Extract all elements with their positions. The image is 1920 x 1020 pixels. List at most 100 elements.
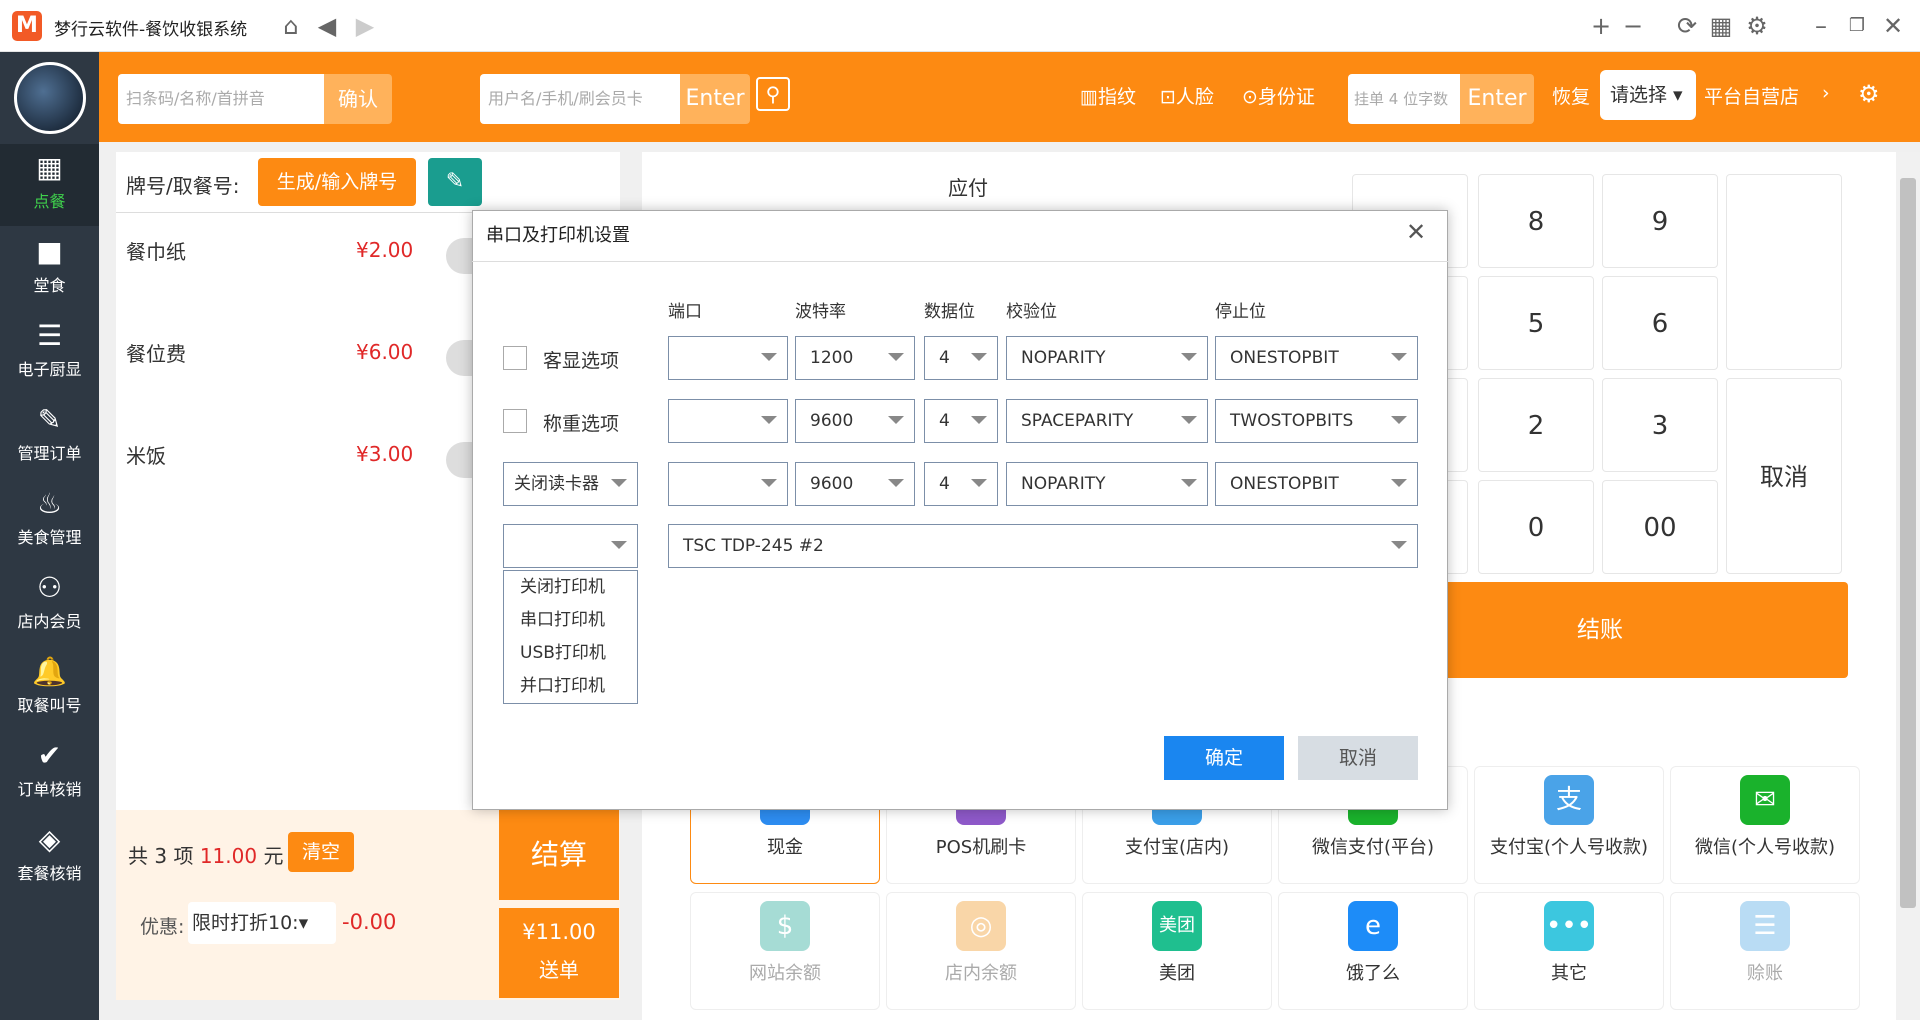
keypad-key[interactable]: 0 bbox=[1478, 480, 1594, 574]
option-checkbox[interactable] bbox=[503, 346, 527, 370]
plus-icon[interactable]: + bbox=[1586, 12, 1616, 40]
baud-select[interactable]: 9600 bbox=[795, 462, 915, 506]
payment-method-methods_row1-5[interactable]: ✉ 微信(个人号收款) bbox=[1670, 766, 1860, 884]
keypad-cancel-button[interactable]: 取消 bbox=[1726, 378, 1842, 574]
parity-value: NOPARITY bbox=[1021, 348, 1106, 368]
option-checkbox[interactable] bbox=[503, 409, 527, 433]
payment-method-methods_row2-5[interactable]: ☰ 赊账 bbox=[1670, 892, 1860, 1010]
order-item-row[interactable]: 餐巾纸 ¥2.00 bbox=[116, 236, 476, 276]
sidebar-item-0[interactable]: ▦ 点餐 bbox=[0, 144, 99, 226]
parity-select[interactable]: SPACEPARITY bbox=[1006, 399, 1208, 443]
scrollbar-thumb[interactable] bbox=[1900, 178, 1916, 908]
chevron-down-icon bbox=[888, 479, 904, 487]
order-select[interactable]: 请选择 ▾ bbox=[1600, 70, 1696, 120]
printer-option[interactable]: 关闭打印机 bbox=[504, 571, 637, 604]
payment-method-methods_row1-4[interactable]: 支支付宝(个人号收款) bbox=[1474, 766, 1664, 884]
sidebar-item-5[interactable]: ⚇ 店内会员 bbox=[0, 564, 99, 646]
printer-name-value: TSC TDP-245 #2 bbox=[683, 536, 824, 556]
payment-method-methods_row2-1[interactable]: ◎ 店内余额 bbox=[886, 892, 1076, 1010]
port-select[interactable] bbox=[668, 399, 788, 443]
dialog-ok-button[interactable]: 确定 bbox=[1164, 736, 1284, 780]
scrollbar[interactable] bbox=[1896, 152, 1920, 1020]
fingerprint-button[interactable]: ▥指纹 bbox=[1080, 82, 1136, 109]
stopbits-select[interactable]: TWOSTOPBITS bbox=[1215, 399, 1418, 443]
settings-icon[interactable]: ⚙ bbox=[1858, 80, 1880, 108]
port-select[interactable] bbox=[668, 336, 788, 380]
printer-name-select[interactable]: TSC TDP-245 #2 bbox=[668, 524, 1418, 568]
printer-option[interactable]: 串口打印机 bbox=[504, 604, 637, 637]
keypad-key[interactable]: 5 bbox=[1478, 276, 1594, 370]
generate-tag-button[interactable]: 生成/输入牌号 bbox=[258, 158, 416, 206]
parity-select[interactable]: NOPARITY bbox=[1006, 336, 1208, 380]
send-order-button[interactable]: ¥11.00 送单 bbox=[499, 908, 619, 998]
scan-input[interactable]: 扫条码/名称/首拼音 bbox=[118, 74, 324, 124]
avatar[interactable] bbox=[14, 62, 86, 134]
dialog-close-icon[interactable]: ✕ bbox=[1406, 218, 1426, 246]
keypad-key[interactable]: 00 bbox=[1602, 480, 1718, 574]
chevron-down-icon bbox=[761, 479, 777, 487]
printer-option[interactable]: 并口打印机 bbox=[504, 670, 637, 703]
keypad-key[interactable]: 9 bbox=[1602, 174, 1718, 268]
sidebar-item-label: 店内会员 bbox=[17, 612, 82, 631]
sidebar-item-3[interactable]: ✎ 管理订单 bbox=[0, 396, 99, 478]
sidebar-item-label: 美食管理 bbox=[17, 528, 82, 547]
databits-select[interactable]: 4 bbox=[924, 399, 998, 443]
home-icon[interactable]: ⌂ bbox=[276, 12, 306, 40]
keypad-key[interactable]: 8 bbox=[1478, 174, 1594, 268]
window-restore-icon[interactable]: ❐ bbox=[1842, 12, 1872, 40]
idcard-button[interactable]: ⊙身份证 bbox=[1242, 82, 1315, 109]
confirm-button[interactable]: 确认 bbox=[324, 74, 392, 124]
sidebar-item-6[interactable]: 🔔 取餐叫号 bbox=[0, 648, 99, 730]
back-icon[interactable]: ◀ bbox=[312, 12, 342, 40]
minus-icon[interactable]: − bbox=[1618, 12, 1648, 40]
forward-icon[interactable]: ▶ bbox=[350, 12, 380, 40]
sidebar-item-8[interactable]: ◈ 套餐核销 bbox=[0, 816, 99, 898]
parity-select[interactable]: NOPARITY bbox=[1006, 462, 1208, 506]
edit-icon[interactable]: ✎ bbox=[428, 158, 482, 206]
location-icon[interactable]: ⚲ bbox=[756, 77, 790, 111]
refresh-icon[interactable]: ⟳ bbox=[1672, 12, 1702, 40]
payment-method-methods_row2-3[interactable]: e 饿了么 bbox=[1278, 892, 1468, 1010]
payment-method-methods_row2-4[interactable]: ••• 其它 bbox=[1474, 892, 1664, 1010]
sidebar-item-7[interactable]: ✔ 订单核销 bbox=[0, 732, 99, 814]
checkout-button[interactable]: 结算 bbox=[499, 810, 619, 900]
sidebar-item-4[interactable]: ♨ 美食管理 bbox=[0, 480, 99, 562]
baud-select[interactable]: 1200 bbox=[795, 336, 915, 380]
sidebar-item-2[interactable]: ☰ 电子厨显 bbox=[0, 312, 99, 394]
window-close-icon[interactable]: ✕ bbox=[1878, 12, 1908, 40]
hang-order-input[interactable]: 挂单 4 位字数 bbox=[1348, 74, 1460, 124]
stopbits-select[interactable]: ONESTOPBIT bbox=[1215, 336, 1418, 380]
restore-button[interactable]: 恢复 bbox=[1552, 82, 1590, 109]
keypad-key[interactable]: 6 bbox=[1602, 276, 1718, 370]
keypad-key[interactable]: 2 bbox=[1478, 378, 1594, 472]
databits-select[interactable]: 4 bbox=[924, 336, 998, 380]
order-item-row[interactable]: 米饭 ¥3.00 bbox=[116, 440, 476, 480]
order-item-row[interactable]: 餐位费 ¥6.00 bbox=[116, 338, 476, 378]
keypad-blank[interactable] bbox=[1726, 174, 1842, 370]
printer-option[interactable]: USB打印机 bbox=[504, 637, 637, 670]
dialog-cancel-button[interactable]: 取消 bbox=[1298, 736, 1418, 780]
face-button[interactable]: ⊡人脸 bbox=[1160, 82, 1214, 109]
summary-count: 共 3 项 11.00 元 bbox=[128, 840, 283, 869]
card-reader-select[interactable]: 关闭读卡器 bbox=[503, 462, 638, 506]
window-minimize-icon[interactable]: – bbox=[1806, 12, 1836, 40]
stopbits-select[interactable]: ONESTOPBIT bbox=[1215, 462, 1418, 506]
chevron-right-icon[interactable]: › bbox=[1822, 82, 1830, 104]
printer-type-select[interactable] bbox=[503, 524, 638, 568]
payment-method-methods_row2-2[interactable]: 美团 美团 bbox=[1082, 892, 1272, 1010]
settings-gear-icon[interactable]: ⚙ bbox=[1742, 12, 1772, 40]
keypad-key[interactable]: 3 bbox=[1602, 378, 1718, 472]
databits-select[interactable]: 4 bbox=[924, 462, 998, 506]
apps-icon[interactable]: ▦ bbox=[1706, 12, 1736, 40]
member-input[interactable]: 用户名/手机/刷会员卡 bbox=[480, 74, 680, 124]
hang-enter-button[interactable]: Enter bbox=[1460, 74, 1534, 124]
sidebar-item-1[interactable]: ■ 堂食 bbox=[0, 228, 99, 310]
member-enter-button[interactable]: Enter bbox=[680, 74, 750, 124]
app-logo: M bbox=[12, 11, 42, 41]
clear-button[interactable]: 清空 bbox=[288, 832, 354, 872]
baud-select[interactable]: 9600 bbox=[795, 399, 915, 443]
port-select[interactable] bbox=[668, 462, 788, 506]
discount-select[interactable]: 限时打折10:▾ bbox=[188, 902, 336, 944]
store-name[interactable]: 平台自营店 bbox=[1704, 82, 1799, 109]
payment-method-methods_row2-0[interactable]: $ 网站余额 bbox=[690, 892, 880, 1010]
